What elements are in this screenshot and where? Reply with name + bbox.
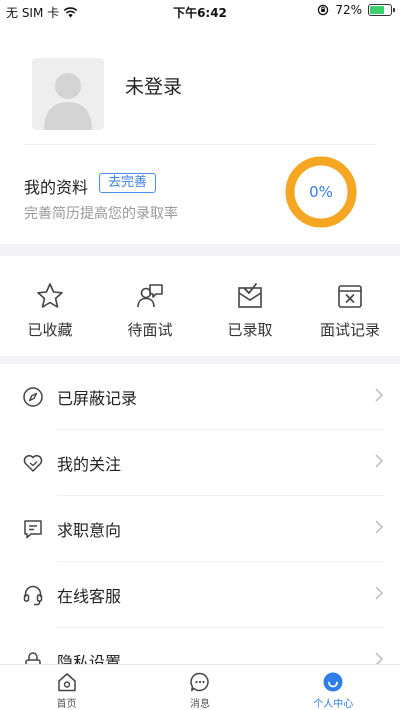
- quick-interview-records[interactable]: 面试记录: [300, 256, 400, 356]
- avatar[interactable]: [32, 58, 104, 130]
- quick-actions: 已收藏 待面试 已录取 面试记录: [0, 256, 400, 356]
- quick-pending-interview[interactable]: 待面试: [100, 256, 200, 356]
- tab-home[interactable]: 首页: [0, 665, 133, 710]
- complete-profile-button[interactable]: 去完善: [99, 173, 157, 193]
- tab-messages[interactable]: 消息: [133, 665, 266, 710]
- login-status[interactable]: 未登录: [125, 72, 182, 99]
- tab-label: 消息: [189, 699, 210, 710]
- battery-fill: [370, 6, 385, 14]
- chevron-right-icon: [375, 652, 384, 664]
- lock-icon: [25, 652, 41, 664]
- compass-icon: [23, 387, 43, 407]
- tab-bar: 首页 消息 个人中心: [0, 664, 400, 710]
- interview-record-icon: [338, 285, 362, 308]
- quick-admitted-label: 已录取: [227, 321, 273, 339]
- progress-percent: 0%: [309, 183, 333, 201]
- menu-item-my-follows[interactable]: 我的关注: [0, 430, 400, 496]
- tab-label: 首页: [56, 699, 77, 710]
- menu-item-label: 隐私设置: [57, 653, 122, 664]
- menu-list: 已屏蔽记录 我的关注 求职意向 在线客服 隐私设置: [0, 364, 400, 664]
- quick-interview-records-label: 面试记录: [319, 321, 380, 339]
- menu-item-blocked-records[interactable]: 已屏蔽记录: [0, 364, 400, 430]
- resume-title: 我的资料: [24, 178, 89, 197]
- message-icon: [190, 672, 209, 692]
- menu-item-label: 我的关注: [57, 455, 122, 474]
- tab-profile[interactable]: 个人中心: [267, 665, 400, 710]
- chevron-right-icon: [375, 520, 384, 534]
- divider: [24, 144, 376, 145]
- home-icon: [57, 673, 76, 692]
- menu-item-online-service[interactable]: 在线客服: [0, 562, 400, 628]
- tab-label: 个人中心: [313, 699, 354, 710]
- chevron-right-icon: [375, 586, 384, 600]
- default-avatar-icon: [44, 73, 92, 130]
- admitted-icon: [238, 283, 262, 308]
- profile-card: 未登录 我的资料 去完善 完善简历提高您的录取率 0%: [0, 22, 400, 244]
- orientation-lock-icon: [318, 4, 329, 16]
- menu-item-job-intention[interactable]: 求职意向: [0, 496, 400, 562]
- heart-icon: [23, 455, 43, 472]
- battery-icon: [368, 4, 395, 16]
- status-bar: 无 SIM 卡 下午6:42 72%: [0, 0, 400, 22]
- resume-subtitle: 完善简历提高您的录取率: [24, 206, 178, 222]
- menu-item-label: 求职意向: [57, 521, 122, 540]
- quick-favorites-label: 已收藏: [27, 321, 73, 339]
- status-right: 72%: [317, 3, 395, 17]
- quick-favorites[interactable]: 已收藏: [0, 256, 100, 356]
- menu-item-privacy-settings[interactable]: 隐私设置: [0, 628, 400, 664]
- menu-item-label: 在线客服: [57, 587, 122, 606]
- quick-admitted[interactable]: 已录取: [200, 256, 300, 356]
- headset-icon: [23, 585, 43, 606]
- profile-icon: [323, 672, 343, 692]
- star-icon: [37, 283, 63, 308]
- intention-icon: [24, 520, 42, 539]
- chevron-right-icon: [375, 388, 384, 402]
- menu-item-label: 已屏蔽记录: [57, 389, 138, 408]
- chevron-right-icon: [375, 454, 384, 468]
- interview-icon: [137, 284, 163, 308]
- quick-pending-interview-label: 待面试: [127, 321, 173, 339]
- battery-percent: 72%: [335, 3, 362, 17]
